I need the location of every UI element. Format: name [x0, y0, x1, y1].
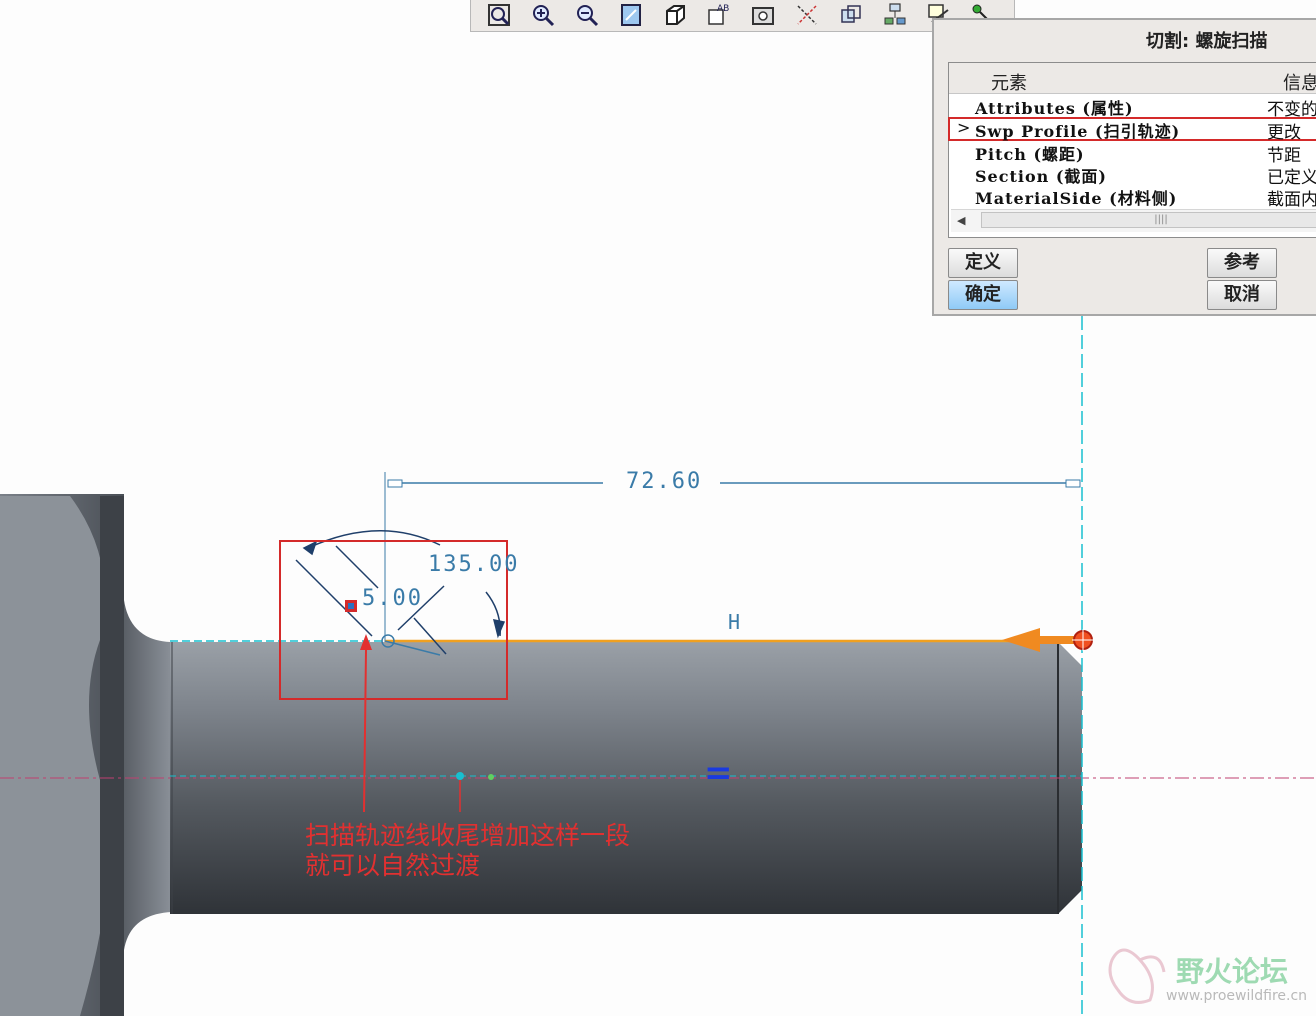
angle-dimension-value[interactable]: 135.00 — [428, 552, 519, 577]
column-header-info: 信息 — [1283, 73, 1316, 94]
horizontal-scrollbar[interactable]: ◀ |||| — [951, 209, 1316, 232]
watermark-name: 野火论坛 — [1176, 955, 1289, 988]
table-row-selected[interactable]: > Swp Profile (扫引轨迹) 更改 — [948, 117, 1316, 143]
helical-sweep-dialog: 切割: 螺旋扫描 元素 信息 Attributes (属性) 不变的 > Swp… — [932, 18, 1316, 316]
ok-button[interactable]: 确定 — [948, 280, 1018, 310]
chamfer-dimension-value[interactable]: 5.00 — [362, 586, 423, 611]
zoom-in-icon[interactable] — [525, 0, 561, 30]
table-row[interactable]: Section (截面) 已定义 — [949, 163, 1316, 188]
element-name: Attributes (属性) — [975, 99, 1134, 118]
element-name: MaterialSide (材料侧) — [975, 189, 1178, 208]
element-info: 截面内 — [1267, 190, 1316, 210]
table-row[interactable]: Pitch (螺距) 节距 — [949, 141, 1316, 166]
scroll-left-icon[interactable]: ◀ — [957, 214, 965, 227]
scroll-thumb[interactable]: |||| — [981, 212, 1316, 228]
watermark-logo — [1108, 948, 1166, 1004]
dialog-title: 切割: 螺旋扫描 — [1146, 31, 1268, 52]
table-header: 元素 信息 — [949, 63, 1316, 94]
element-info: 更改 — [1267, 123, 1301, 143]
model-tree-icon[interactable] — [877, 0, 913, 30]
table-row[interactable]: MaterialSide (材料侧) 截面内 — [949, 185, 1316, 210]
bolt-head — [0, 494, 124, 1016]
zoom-window-icon[interactable] — [481, 0, 517, 30]
annotation-text-line2: 就可以自然过渡 — [305, 851, 481, 880]
annotation-icon[interactable]: AB — [701, 0, 737, 30]
element-info: 不变的 — [1267, 100, 1316, 120]
length-dimension-value[interactable]: 72.60 — [626, 469, 702, 494]
references-button[interactable]: 参考 — [1207, 248, 1277, 278]
selected-row-marker: > — [957, 118, 971, 137]
repaint-icon[interactable] — [613, 0, 649, 30]
view-orient-icon[interactable] — [657, 0, 693, 30]
define-button[interactable]: 定义 — [948, 248, 1018, 278]
horizontal-constraint[interactable]: H — [728, 610, 740, 634]
saved-view-icon[interactable] — [745, 0, 781, 30]
element-name: Pitch (螺距) — [975, 145, 1085, 164]
svg-text:AB: AB — [717, 4, 729, 14]
column-header-element: 元素 — [991, 73, 1027, 94]
zoom-out-icon[interactable] — [569, 0, 605, 30]
element-name: Swp Profile (扫引轨迹) — [975, 122, 1181, 141]
element-name: Section (截面) — [975, 167, 1107, 186]
length-dimension[interactable] — [387, 479, 1081, 488]
refit-icon[interactable] — [833, 0, 869, 30]
element-table: 元素 信息 Attributes (属性) 不变的 > Swp Profile … — [948, 62, 1316, 238]
watermark-url: www.proewildfire.cn — [1166, 988, 1308, 1004]
cancel-button[interactable]: 取消 — [1207, 280, 1277, 310]
shaft-fillet — [124, 600, 172, 950]
equal-constraint[interactable]: = — [704, 756, 733, 790]
datum-axes-icon[interactable] — [789, 0, 825, 30]
table-row[interactable]: Attributes (属性) 不变的 — [949, 95, 1316, 120]
